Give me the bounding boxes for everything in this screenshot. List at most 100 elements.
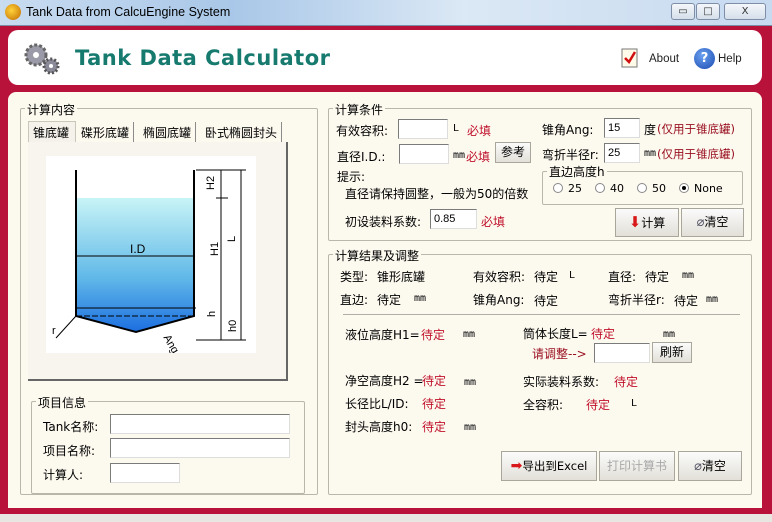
conditions-group: 计算条件 有效容积: L 必填 直径I.D.: mm 必填 参考 提示: 直径请… [328, 101, 752, 241]
ratio-value: 待定 [422, 397, 447, 411]
adjust-label: 请调整--> [532, 347, 587, 361]
straight-height-legend: 直边高度h [547, 163, 607, 180]
help-icon[interactable]: ? [694, 48, 715, 69]
fill-factor-input[interactable] [430, 209, 477, 229]
results-legend: 计算结果及调整 [333, 247, 422, 264]
total-volume-unit: L [631, 398, 638, 409]
hint-text: 直径请保持圆整，一般为50的倍数 [345, 187, 529, 201]
angle-cone-only-note: (仅用于锥底罐) [657, 122, 735, 136]
result-radius-label: 弯折半径r: [608, 293, 665, 307]
straight-label: 直边: [340, 293, 369, 307]
h2-value: 待定 [422, 374, 447, 388]
window-title: Tank Data from CalcuEngine System [26, 5, 231, 19]
about-link[interactable]: About [649, 53, 679, 65]
straight-option-50[interactable]: 50 [637, 182, 666, 195]
angle-input[interactable] [604, 118, 640, 138]
help-link[interactable]: Help [718, 53, 742, 65]
radius-cone-only-note: (仅用于锥底罐) [657, 147, 735, 161]
type-label: 类型: [340, 270, 369, 284]
tab-cone-bottom[interactable]: 锥底罐 [28, 121, 76, 143]
title-bar: Tank Data from CalcuEngine System ▭ □ X [0, 0, 772, 26]
tank-diagram: I.D H2 H1 L h h0 r Ang [46, 156, 256, 353]
straight-option-none[interactable]: None [679, 182, 723, 195]
straight-option-40[interactable]: 40 [595, 182, 624, 195]
print-report-button[interactable]: 打印计算书 [599, 451, 675, 481]
h0-label: 封头高度h0: [345, 420, 413, 434]
calculate-button[interactable]: ⬇计算 [615, 208, 679, 237]
label-h2: H2 [205, 176, 217, 190]
label-r: r [52, 325, 56, 337]
eraser-icon: ⌀ [694, 459, 702, 474]
eff-volume-label: 有效容积: [473, 270, 526, 284]
tank-name-input[interactable] [110, 414, 290, 434]
volume-input[interactable] [398, 119, 448, 139]
h1-unit: mm [463, 329, 476, 340]
h1-label: 液位高度H1= [345, 328, 420, 342]
straight-option-25[interactable]: 25 [553, 182, 582, 195]
status-strip [0, 514, 772, 522]
refresh-button[interactable]: 刷新 [652, 342, 692, 363]
radius-unit: mm [644, 148, 657, 159]
volume-label: 有效容积: [336, 124, 389, 138]
straight-unit: mm [414, 293, 427, 304]
clear-conditions-button[interactable]: ⌀清空 [681, 208, 744, 237]
label-h: h [206, 311, 218, 317]
project-legend: 项目信息 [36, 394, 89, 411]
tab-horizontal-ellipse[interactable]: 卧式椭圆封头 [201, 122, 283, 142]
h0-value: 待定 [422, 420, 447, 434]
tab-dish-bottom[interactable]: 碟形底罐 [77, 122, 135, 142]
tank-name-label: Tank名称: [43, 420, 99, 434]
down-arrow-icon: ⬇ [628, 213, 642, 231]
calculator-input[interactable] [110, 463, 180, 483]
h2-unit: mm [464, 377, 477, 388]
label-h1: H1 [209, 242, 221, 256]
label-h0: h0 [227, 320, 239, 332]
straight-height-group: 直边高度h 25 40 50 None [542, 163, 743, 205]
length-value: 待定 [591, 327, 616, 341]
close-button[interactable]: X [724, 3, 766, 20]
maximize-button[interactable]: □ [696, 3, 720, 20]
fill-factor-required: 必填 [481, 215, 506, 229]
angle-unit: 度 [644, 123, 657, 137]
result-diameter-label: 直径: [608, 270, 637, 284]
project-name-label: 项目名称: [43, 444, 96, 458]
results-group: 计算结果及调整 类型: 锥形底罐 有效容积: 待定 L 直径: 待定 mm 直边… [328, 247, 752, 495]
hint-label: 提示: [337, 170, 366, 184]
content-legend: 计算内容 [25, 101, 78, 118]
fill-factor-label: 初设装料系数: [345, 215, 422, 229]
main-panel: 计算内容 锥底罐 碟形底罐 椭圆底罐 卧式椭圆封头 I.D H2 H1 L h … [8, 92, 762, 508]
about-icon[interactable] [621, 47, 639, 69]
clear-results-button[interactable]: ⌀清空 [678, 451, 742, 481]
result-angle-label: 锥角Ang: [473, 293, 525, 307]
project-name-input[interactable] [110, 438, 290, 458]
tab-panel: I.D H2 H1 L h h0 r Ang [28, 142, 288, 381]
tab-ellipse-bottom[interactable]: 椭圆底罐 [139, 122, 197, 142]
header-panel: Tank Data Calculator About ? Help [8, 30, 762, 85]
radius-input[interactable] [604, 143, 640, 163]
diameter-required: 必填 [466, 150, 491, 164]
result-radius-value: 待定 [674, 294, 699, 308]
diameter-unit: mm [453, 150, 466, 161]
result-radius-unit: mm [706, 294, 719, 305]
total-volume-value: 待定 [586, 398, 611, 412]
eff-volume-unit: L [569, 270, 576, 281]
reference-button[interactable]: 参考 [495, 142, 531, 163]
right-arrow-icon: ➡ [510, 458, 523, 474]
app-title: Tank Data Calculator [75, 46, 331, 70]
length-adjust-input[interactable] [594, 343, 650, 363]
length-unit: mm [663, 329, 676, 340]
result-angle-value: 待定 [534, 294, 559, 308]
diameter-label: 直径I.D.: [337, 150, 386, 164]
export-excel-button[interactable]: ➡导出到Excel [501, 451, 597, 481]
minimize-button[interactable]: ▭ [671, 3, 695, 20]
h2-label: 净空高度H2 = [345, 374, 424, 388]
project-group: 项目信息 Tank名称: 项目名称: 计算人: [31, 394, 305, 494]
volume-unit: L [453, 123, 460, 134]
label-ang: Ang [161, 333, 181, 353]
h1-value: 待定 [421, 328, 446, 342]
diameter-input[interactable] [399, 144, 449, 164]
label-l: L [226, 236, 238, 242]
gears-icon [24, 43, 60, 75]
calculator-label: 计算人: [43, 468, 84, 482]
conditions-legend: 计算条件 [333, 101, 386, 118]
